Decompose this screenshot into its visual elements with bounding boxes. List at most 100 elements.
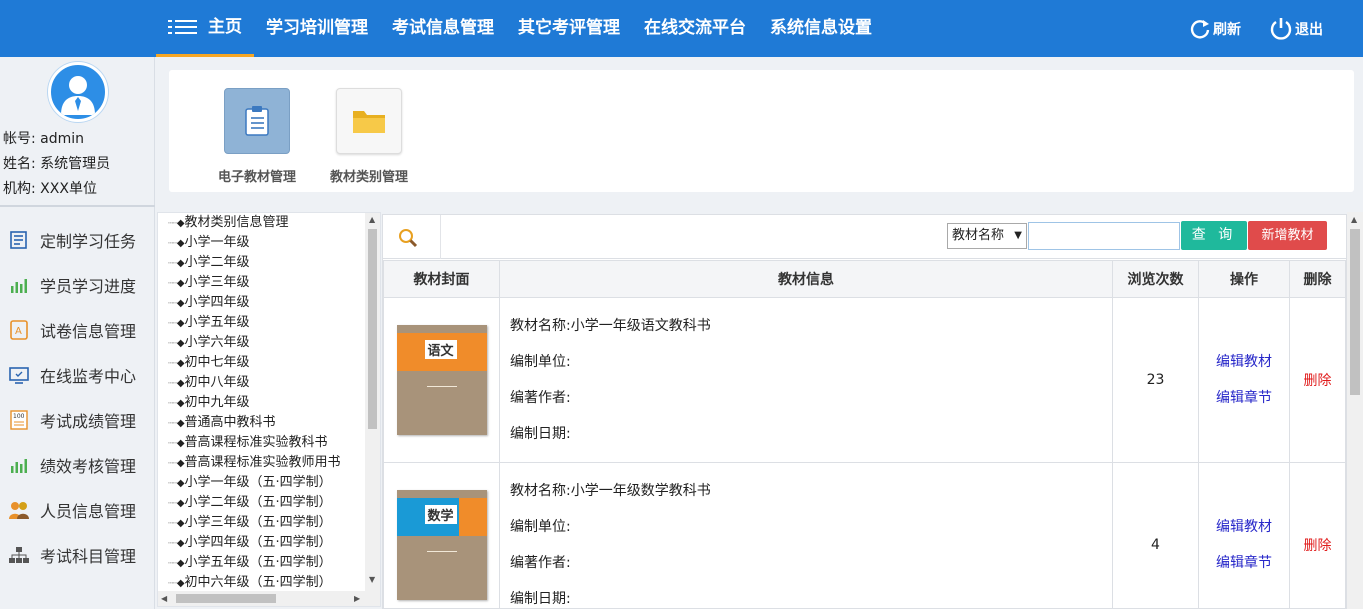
delete-link[interactable]: 删除 <box>1304 538 1332 554</box>
tree-item[interactable]: ┄┄◆小学五年级 <box>168 313 368 333</box>
textbook-date: 编制日期: <box>510 591 571 607</box>
textbook-cover-image[interactable]: 数学 <box>396 490 487 600</box>
top-bar: 主页 学习培训管理 考试信息管理 其它考评管理 在线交流平台 系统信息设置 刷新… <box>0 0 1363 57</box>
tree-item[interactable]: ┄┄◆普通高中教科书 <box>168 413 368 433</box>
tree-connector-icon: ┄┄ <box>168 359 178 369</box>
column-header-cover: 教材封面 <box>383 260 500 298</box>
scroll-up-arrow-icon[interactable]: ▲ <box>369 215 375 224</box>
tree-node-icon: ◆ <box>176 278 185 289</box>
textbook-cover-image[interactable]: 语文 <box>396 325 487 435</box>
tree-item-label: 小学二年级（五·四学制） <box>184 495 332 510</box>
tree-node-icon: ◆ <box>176 358 185 369</box>
module-label: 教材类别管理 <box>329 170 408 185</box>
sidebar-item-exam-papers[interactable]: A 试卷信息管理 <box>0 307 155 352</box>
add-textbook-button[interactable]: 新增教材 <box>1248 221 1327 250</box>
tree-item[interactable]: ┄┄◆普高课程标准实验教师用书 <box>168 453 368 473</box>
scroll-left-arrow-icon[interactable]: ◀ <box>161 594 167 603</box>
nav-item-online-forum[interactable]: 在线交流平台 <box>632 0 758 57</box>
tree-item[interactable]: ┄┄◆小学一年级（五·四学制） <box>168 473 368 493</box>
tree-item-label: 小学六年级 <box>184 335 250 350</box>
nav-item-label: 主页 <box>208 16 242 37</box>
tree-scroll-thumb[interactable] <box>368 229 377 429</box>
tree-item[interactable]: ┄┄◆初中六年级（五·四学制） <box>168 573 368 589</box>
category-tree-panel: ┄┄◆教材类别信息管理 ┄┄◆小学一年级 ┄┄◆小学二年级 ┄┄◆小学三年级 ┄┄◆小学… <box>157 212 381 607</box>
tree-item[interactable]: ┄┄◆小学四年级（五·四学制） <box>168 533 368 553</box>
sidebar-item-personnel[interactable]: 人员信息管理 <box>0 487 155 532</box>
nav-item-system-settings[interactable]: 系统信息设置 <box>758 0 884 57</box>
tree-item[interactable]: ┄┄◆初中七年级 <box>168 353 368 373</box>
tree-item[interactable]: ┄┄◆教材类别信息管理 <box>168 213 368 233</box>
edit-textbook-link[interactable]: 编辑教材 <box>1199 509 1289 545</box>
edit-chapters-link[interactable]: 编辑章节 <box>1199 545 1289 581</box>
sidebar-item-online-proctoring[interactable]: 在线监考中心 <box>0 352 155 397</box>
delete-cell: 删除 <box>1289 297 1346 463</box>
tree-item[interactable]: ┄┄◆小学四年级 <box>168 293 368 313</box>
module-category-management[interactable]: 教材类别管理 <box>314 88 424 185</box>
tree-node-icon: ◆ <box>176 258 185 269</box>
nav-item-exam-info[interactable]: 考试信息管理 <box>380 0 506 57</box>
tree-connector-icon: ┄┄ <box>168 319 178 329</box>
sidebar-item-custom-tasks[interactable]: 定制学习任务 <box>0 217 155 262</box>
toolbar: 教材名称 ▼ 查 询 新增教材 <box>383 215 1346 259</box>
module-tile <box>224 88 290 154</box>
delete-link[interactable]: 删除 <box>1304 373 1332 389</box>
tree-item-label: 教材类别信息管理 <box>184 215 289 230</box>
tree-connector-icon: ┄┄ <box>168 219 178 229</box>
user-avatar-icon <box>61 76 95 115</box>
edit-textbook-link[interactable]: 编辑教材 <box>1199 344 1289 380</box>
nav-item-other-eval[interactable]: 其它考评管理 <box>506 0 632 57</box>
scroll-up-arrow-icon[interactable]: ▲ <box>1351 215 1357 224</box>
toolbar-separator <box>440 215 441 259</box>
nav-item-home[interactable]: 主页 <box>156 0 254 57</box>
tree-item[interactable]: ┄┄◆初中九年级 <box>168 393 368 413</box>
cover-cell: 数学 <box>383 462 500 609</box>
tree-connector-icon: ┄┄ <box>168 399 178 409</box>
sidebar-item-learning-progress[interactable]: 学员学习进度 <box>0 262 155 307</box>
tree-node-icon: ◆ <box>176 378 185 389</box>
tree-item[interactable]: ┄┄◆小学二年级 <box>168 253 368 273</box>
tree-hscroll-thumb[interactable] <box>176 594 276 603</box>
scroll-down-arrow-icon[interactable]: ▼ <box>369 575 375 584</box>
column-header-delete: 删除 <box>1289 260 1346 298</box>
cover-decoration <box>426 542 457 552</box>
monitor-icon <box>8 364 30 386</box>
main-vertical-scrollbar[interactable]: ▲ <box>1347 212 1363 609</box>
tree-item[interactable]: ┄┄◆普高课程标准实验教科书 <box>168 433 368 453</box>
sidebar-item-scores[interactable]: 100 考试成绩管理 <box>0 397 155 442</box>
search-field-select[interactable]: 教材名称 ▼ <box>947 223 1027 249</box>
sidebar-item-performance[interactable]: 绩效考核管理 <box>0 442 155 487</box>
main-nav: 主页 学习培训管理 考试信息管理 其它考评管理 在线交流平台 系统信息设置 <box>156 0 884 57</box>
user-account: 帐号: admin <box>3 131 85 147</box>
logout-label: 退出 <box>1295 21 1323 38</box>
tree-horizontal-scrollbar[interactable]: ◀ ▶ <box>158 591 380 606</box>
logout-button[interactable]: 退出 <box>1269 17 1323 41</box>
tree-item[interactable]: ┄┄◆小学三年级（五·四学制） <box>168 513 368 533</box>
sidebar-item-label: 绩效考核管理 <box>40 456 137 476</box>
tree-item-label: 普通高中教科书 <box>184 415 276 430</box>
tree-item[interactable]: ┄┄◆小学五年级（五·四学制） <box>168 553 368 573</box>
module-ebook-management[interactable]: 电子教材管理 <box>202 88 312 185</box>
tree-connector-icon: ┄┄ <box>168 299 178 309</box>
tree-item-label: 普高课程标准实验教科书 <box>184 435 328 450</box>
nav-item-training[interactable]: 学习培训管理 <box>254 0 380 57</box>
tree-item[interactable]: ┄┄◆初中八年级 <box>168 373 368 393</box>
tree-node-icon: ◆ <box>176 498 185 509</box>
tree-item[interactable]: ┄┄◆小学一年级 <box>168 233 368 253</box>
tree-item[interactable]: ┄┄◆小学六年级 <box>168 333 368 353</box>
tree-item[interactable]: ┄┄◆小学二年级（五·四学制） <box>168 493 368 513</box>
refresh-button[interactable]: 刷新 <box>1189 18 1241 40</box>
search-input[interactable] <box>1028 222 1180 250</box>
search-icon[interactable] <box>397 227 419 249</box>
tree-item-label: 初中九年级 <box>184 395 250 410</box>
scroll-right-arrow-icon[interactable]: ▶ <box>354 594 360 603</box>
table-row: 数学 教材名称:小学一年级数学教科书 编制单位: 编著作者: 编制日期: 4 编… <box>383 462 1346 609</box>
tree-item[interactable]: ┄┄◆小学三年级 <box>168 273 368 293</box>
query-button[interactable]: 查 询 <box>1181 221 1247 250</box>
main-scroll-thumb[interactable] <box>1350 229 1360 395</box>
tree-node-icon: ◆ <box>176 518 185 529</box>
sidebar-item-subjects[interactable]: 考试科目管理 <box>0 532 155 577</box>
tree-vertical-scrollbar[interactable]: ▲ ▼ <box>365 213 380 591</box>
edit-chapters-link[interactable]: 编辑章节 <box>1199 380 1289 416</box>
top-actions: 刷新 退出 <box>1189 0 1323 57</box>
user-name: 姓名: 系统管理员 <box>3 156 111 172</box>
